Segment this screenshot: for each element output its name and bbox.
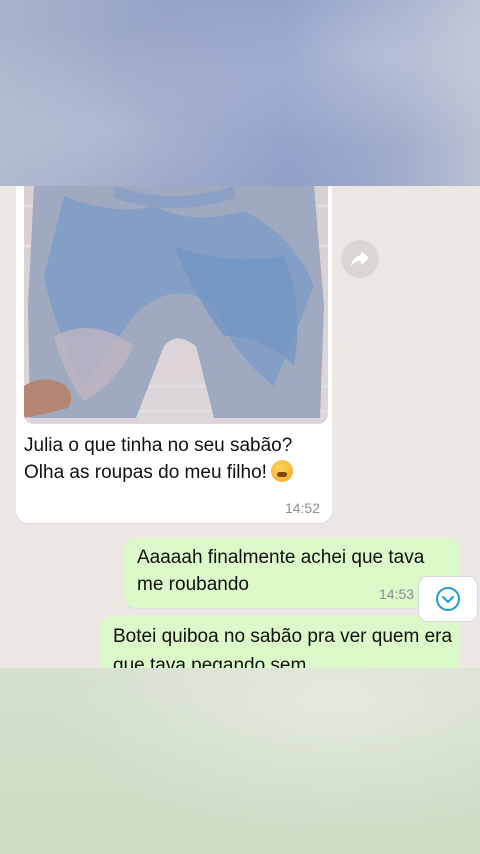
incoming-message-content: Julia o que tinha no seu sabão? Olha as … xyxy=(24,435,293,483)
tired-face-emoji xyxy=(270,460,293,482)
outgoing-message-text-2: Botei quiboa no sabão pra ver quem era q… xyxy=(113,626,453,668)
scroll-to-bottom-button[interactable] xyxy=(418,576,478,622)
incoming-message-text: Julia o que tinha no seu sabão? Olha as … xyxy=(24,432,314,486)
incoming-message-bubble[interactable]: Julia o que tinha no seu sabão? Olha as … xyxy=(16,186,332,523)
outgoing-message-time-1: 14:53 xyxy=(379,586,415,602)
blurred-bottom-background xyxy=(0,668,480,854)
forward-button[interactable] xyxy=(341,240,379,278)
blurred-top-background xyxy=(0,0,480,186)
chat-area[interactable]: Julia o que tinha no seu sabão? Olha as … xyxy=(0,186,480,668)
incoming-message-time: 14:52 xyxy=(284,500,320,516)
stained-pants-image xyxy=(24,186,328,424)
outgoing-message-bubble-2[interactable]: Botei quiboa no sabão pra ver quem era q… xyxy=(100,616,460,668)
chevron-down-icon xyxy=(436,587,460,611)
outgoing-message-bubble-1[interactable]: Aaaaah finalmente achei que tava me roub… xyxy=(124,538,460,608)
forward-arrow-icon xyxy=(351,251,369,267)
message-photo[interactable] xyxy=(24,186,328,424)
